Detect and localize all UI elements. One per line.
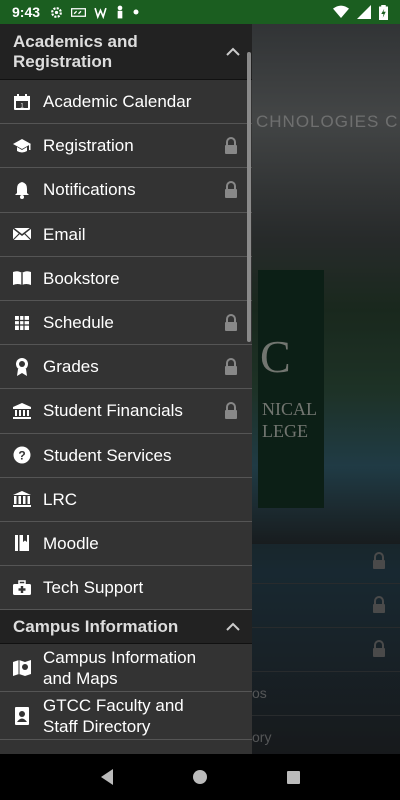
drawer-scrollbar[interactable] <box>247 52 251 342</box>
navigation-drawer: Academics and Registration 1 Academic Ca… <box>0 24 252 754</box>
grid-icon <box>12 313 32 333</box>
menu-item-campus-information-and-maps[interactable]: Campus Information and Maps <box>0 644 252 693</box>
first-aid-icon <box>12 578 32 598</box>
menu-item-student-services[interactable]: ? Student Services <box>0 434 252 478</box>
menu-item-schedule[interactable]: Schedule <box>0 301 252 346</box>
menu-item-moodle[interactable]: Moodle <box>0 522 252 567</box>
section-header-campus-information[interactable]: Campus Information <box>0 610 252 645</box>
bell-icon <box>12 180 32 200</box>
menu-item-label: Notifications <box>43 180 136 200</box>
section-title: Academics and Registration <box>13 32 138 71</box>
status-right-icons <box>333 4 388 20</box>
envelope-icon <box>12 224 32 244</box>
home-button[interactable] <box>188 765 212 789</box>
graduation-cap-icon <box>12 136 32 156</box>
library-icon <box>12 489 32 509</box>
w-icon <box>94 7 107 19</box>
menu-item-label: Moodle <box>43 533 99 553</box>
lock-icon <box>225 180 237 198</box>
chevron-up-icon <box>226 47 240 56</box>
menu-item-label: Tech Support <box>43 578 144 598</box>
menu-item-faculty-staff-directory[interactable]: GTCC Faculty and Staff Directory <box>0 692 252 741</box>
recents-button[interactable] <box>281 765 305 789</box>
menu-item-label: Student Services <box>43 445 172 465</box>
menu-item-label: Student Financials <box>43 401 183 421</box>
home-icon <box>192 770 207 784</box>
menu-item-label: Email <box>43 224 86 244</box>
section-header-academics[interactable]: Academics and Registration <box>0 24 252 80</box>
contacts-icon <box>12 706 32 726</box>
menu-item-label: Grades <box>43 357 99 377</box>
back-icon <box>100 769 113 785</box>
back-button[interactable] <box>95 765 119 789</box>
status-left-icons <box>50 5 139 19</box>
menu-item-registration[interactable]: Registration <box>0 124 252 169</box>
menu-item-label: Registration <box>43 136 134 156</box>
menu-item-bookstore[interactable]: Bookstore <box>0 257 252 301</box>
menu-item-academic-calendar[interactable]: 1 Academic Calendar <box>0 80 252 125</box>
status-time: 9:43 <box>12 4 41 20</box>
chevron-up-icon <box>226 622 240 631</box>
menu-item-label: GTCC Faculty and Staff Directory <box>43 695 184 736</box>
battery-icon <box>379 4 388 20</box>
menu-item-label: Schedule <box>43 313 114 333</box>
quote-icon <box>71 7 87 17</box>
menu-item-label: Bookstore <box>43 268 120 288</box>
lock-icon <box>225 313 237 331</box>
lock-icon <box>225 401 237 419</box>
bank-icon <box>12 401 32 421</box>
section-title: Campus Information <box>13 617 179 637</box>
menu-item-notifications[interactable]: Notifications <box>0 168 252 213</box>
status-bar: 9:43 <box>0 0 400 24</box>
menu-item-label: Campus Information and Maps <box>43 647 197 688</box>
recents-icon <box>286 770 300 784</box>
dot-icon <box>133 9 139 15</box>
lock-icon <box>225 357 237 375</box>
wifi-icon <box>333 5 349 19</box>
award-icon <box>12 357 32 377</box>
settings-icon <box>51 6 62 18</box>
calendar-icon: 1 <box>12 92 32 112</box>
menu-item-student-financials[interactable]: Student Financials <box>0 389 252 434</box>
menu-item-lrc[interactable]: LRC <box>0 478 252 522</box>
signal-icon <box>357 5 371 19</box>
menu-item-label: LRC <box>43 489 78 509</box>
lock-icon <box>225 136 237 154</box>
person-icon <box>117 5 123 19</box>
book-icon <box>12 268 32 288</box>
menu-item-label: Academic Calendar <box>43 92 192 112</box>
map-icon <box>12 658 32 678</box>
notebook-icon <box>12 533 32 553</box>
menu-item-grades[interactable]: Grades <box>0 345 252 390</box>
system-navigation-bar <box>0 754 400 800</box>
question-icon: ? <box>12 445 32 465</box>
svg-text:?: ? <box>18 449 25 463</box>
menu-item-tech-support[interactable]: Tech Support <box>0 566 252 611</box>
menu-item-email[interactable]: Email <box>0 213 252 257</box>
